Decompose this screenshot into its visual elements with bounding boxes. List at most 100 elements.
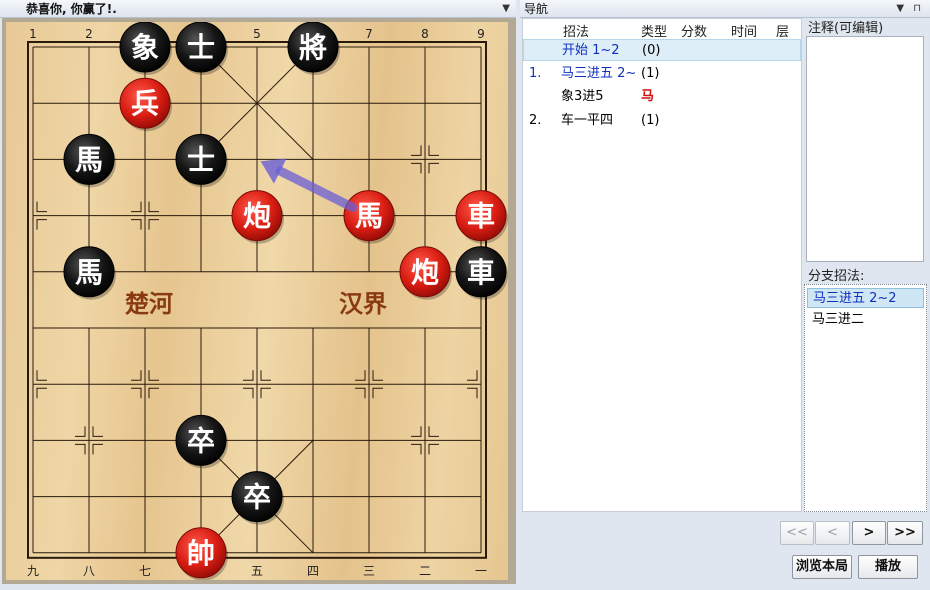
file-label-top: 9 xyxy=(477,27,485,41)
file-label-bottom: 九 xyxy=(27,564,39,578)
move-number: 2. xyxy=(529,113,542,128)
position-mark xyxy=(411,145,422,156)
piece-red: 兵 xyxy=(131,87,159,120)
position-mark xyxy=(260,387,271,399)
xiangqi-board[interactable]: 楚河汉界123456789九八七六五四三二一象士將兵馬士炮馬車馬炮車卒卒帥 xyxy=(6,22,508,580)
file-label-bottom: 七 xyxy=(139,564,151,578)
position-mark xyxy=(428,145,439,156)
col-score[interactable]: 分数 xyxy=(681,21,707,40)
position-mark xyxy=(148,387,159,399)
piece-black: 象 xyxy=(131,31,159,64)
file-label-bottom: 一 xyxy=(475,564,487,578)
notes-label: 注释(可编辑) xyxy=(808,21,884,36)
position-mark xyxy=(92,426,103,437)
piece-black: 士 xyxy=(187,31,215,64)
file-label-bottom: 四 xyxy=(307,564,319,578)
position-mark xyxy=(131,201,142,213)
file-label-top: 8 xyxy=(421,27,429,41)
col-move[interactable]: 招法 xyxy=(563,21,589,40)
col-depth[interactable]: 层 xyxy=(776,21,789,40)
navigation-panel-title: 导航 ▼ ⊓ xyxy=(520,0,930,18)
navigation-title: 导航 xyxy=(524,2,549,16)
move-list[interactable]: 招法 类型 分数 时间 层 开始 1~2 (0) 1. 马三进五 2~ (1) … xyxy=(522,18,802,512)
piece-black: 馬 xyxy=(75,256,103,289)
move-type: 马 xyxy=(641,89,655,104)
piece-black: 卒 xyxy=(187,424,215,457)
piece-black: 將 xyxy=(299,31,327,64)
position-mark xyxy=(131,387,142,399)
piece-red: 馬 xyxy=(355,200,383,233)
position-mark xyxy=(355,387,366,399)
move-row-start[interactable]: 开始 1~2 (0) xyxy=(523,39,801,61)
position-mark xyxy=(243,370,254,381)
position-mark xyxy=(148,201,159,213)
file-label-top: 5 xyxy=(253,27,261,41)
move-row-1[interactable]: 1. 马三进五 2~ (1) xyxy=(523,63,801,85)
position-mark xyxy=(467,370,478,381)
move-type: (1) xyxy=(641,66,660,81)
notes-editor[interactable] xyxy=(806,36,924,262)
file-label-bottom: 二 xyxy=(419,564,431,578)
game-result-message: 恭喜你, 你赢了!. xyxy=(26,2,117,16)
piece-red: 炮 xyxy=(411,256,439,289)
piece-black: 士 xyxy=(187,143,215,176)
river-label-right: 汉界 xyxy=(339,290,387,318)
position-mark xyxy=(428,443,439,455)
position-mark xyxy=(36,219,47,230)
piece-red: 帥 xyxy=(187,537,215,570)
move-type: (1) xyxy=(641,113,660,128)
position-mark xyxy=(411,426,422,437)
branch-moves-label: 分支招法: xyxy=(808,269,865,284)
position-mark xyxy=(92,443,103,455)
position-mark xyxy=(131,370,142,381)
position-mark xyxy=(36,370,47,381)
file-label-bottom: 五 xyxy=(251,564,263,578)
next-move-button[interactable]: > xyxy=(852,521,886,545)
branch-item[interactable]: 马三进二 xyxy=(807,310,924,330)
position-mark xyxy=(148,219,159,230)
position-mark xyxy=(372,370,383,381)
branch-moves-list[interactable]: 马三进五 2~2 马三进二 xyxy=(804,284,927,512)
board-canvas[interactable]: 楚河汉界123456789九八七六五四三二一象士將兵馬士炮馬車馬炮車卒卒帥 xyxy=(6,22,508,580)
file-label-top: 7 xyxy=(365,27,373,41)
piece-black: 車 xyxy=(467,256,495,289)
position-mark xyxy=(411,162,422,174)
branch-item[interactable]: 马三进五 2~2 xyxy=(807,288,924,308)
file-label-bottom: 八 xyxy=(83,564,95,578)
play-button[interactable]: 播放 xyxy=(858,555,918,579)
position-mark xyxy=(428,162,439,174)
piece-black: 卒 xyxy=(243,481,271,514)
move-text: 开始 1~2 xyxy=(562,43,620,58)
move-type: (0) xyxy=(642,43,661,58)
move-list-header: 招法 类型 分数 时间 层 xyxy=(523,19,801,40)
position-mark xyxy=(36,387,47,399)
move-text: 马三进五 2~ xyxy=(561,66,637,81)
file-label-top: 1 xyxy=(29,27,37,41)
position-mark xyxy=(260,370,271,381)
col-type[interactable]: 类型 xyxy=(641,21,667,40)
position-mark xyxy=(372,387,383,399)
position-mark xyxy=(148,370,159,381)
piece-black: 馬 xyxy=(75,143,103,176)
board-panel-title: 恭喜你, 你赢了!. ▼ xyxy=(0,0,516,18)
move-text: 车一平四 xyxy=(561,113,614,128)
move-row-1-black[interactable]: 象3进5 马 xyxy=(523,86,801,108)
move-row-2[interactable]: 2. 车一平四 (1) xyxy=(523,110,801,132)
browse-game-button[interactable]: 浏览本局 xyxy=(792,555,852,579)
move-number: 1. xyxy=(529,66,542,81)
prev-move-button[interactable]: < xyxy=(815,521,850,545)
position-mark xyxy=(131,219,142,230)
position-mark xyxy=(467,387,478,399)
position-mark xyxy=(75,443,86,455)
panel-menu-icon[interactable]: ▼ xyxy=(502,0,510,18)
file-label-bottom: 三 xyxy=(363,564,375,578)
position-mark xyxy=(428,426,439,437)
file-label-top: 2 xyxy=(85,27,93,41)
position-mark xyxy=(411,443,422,455)
last-move-button[interactable]: >> xyxy=(887,521,923,545)
first-move-button[interactable]: << xyxy=(780,521,814,545)
panel-controls-icon[interactable]: ▼ ⊓ xyxy=(896,0,924,18)
col-time[interactable]: 时间 xyxy=(731,21,757,40)
river-label-left: 楚河 xyxy=(125,290,173,318)
piece-red: 炮 xyxy=(243,200,271,233)
